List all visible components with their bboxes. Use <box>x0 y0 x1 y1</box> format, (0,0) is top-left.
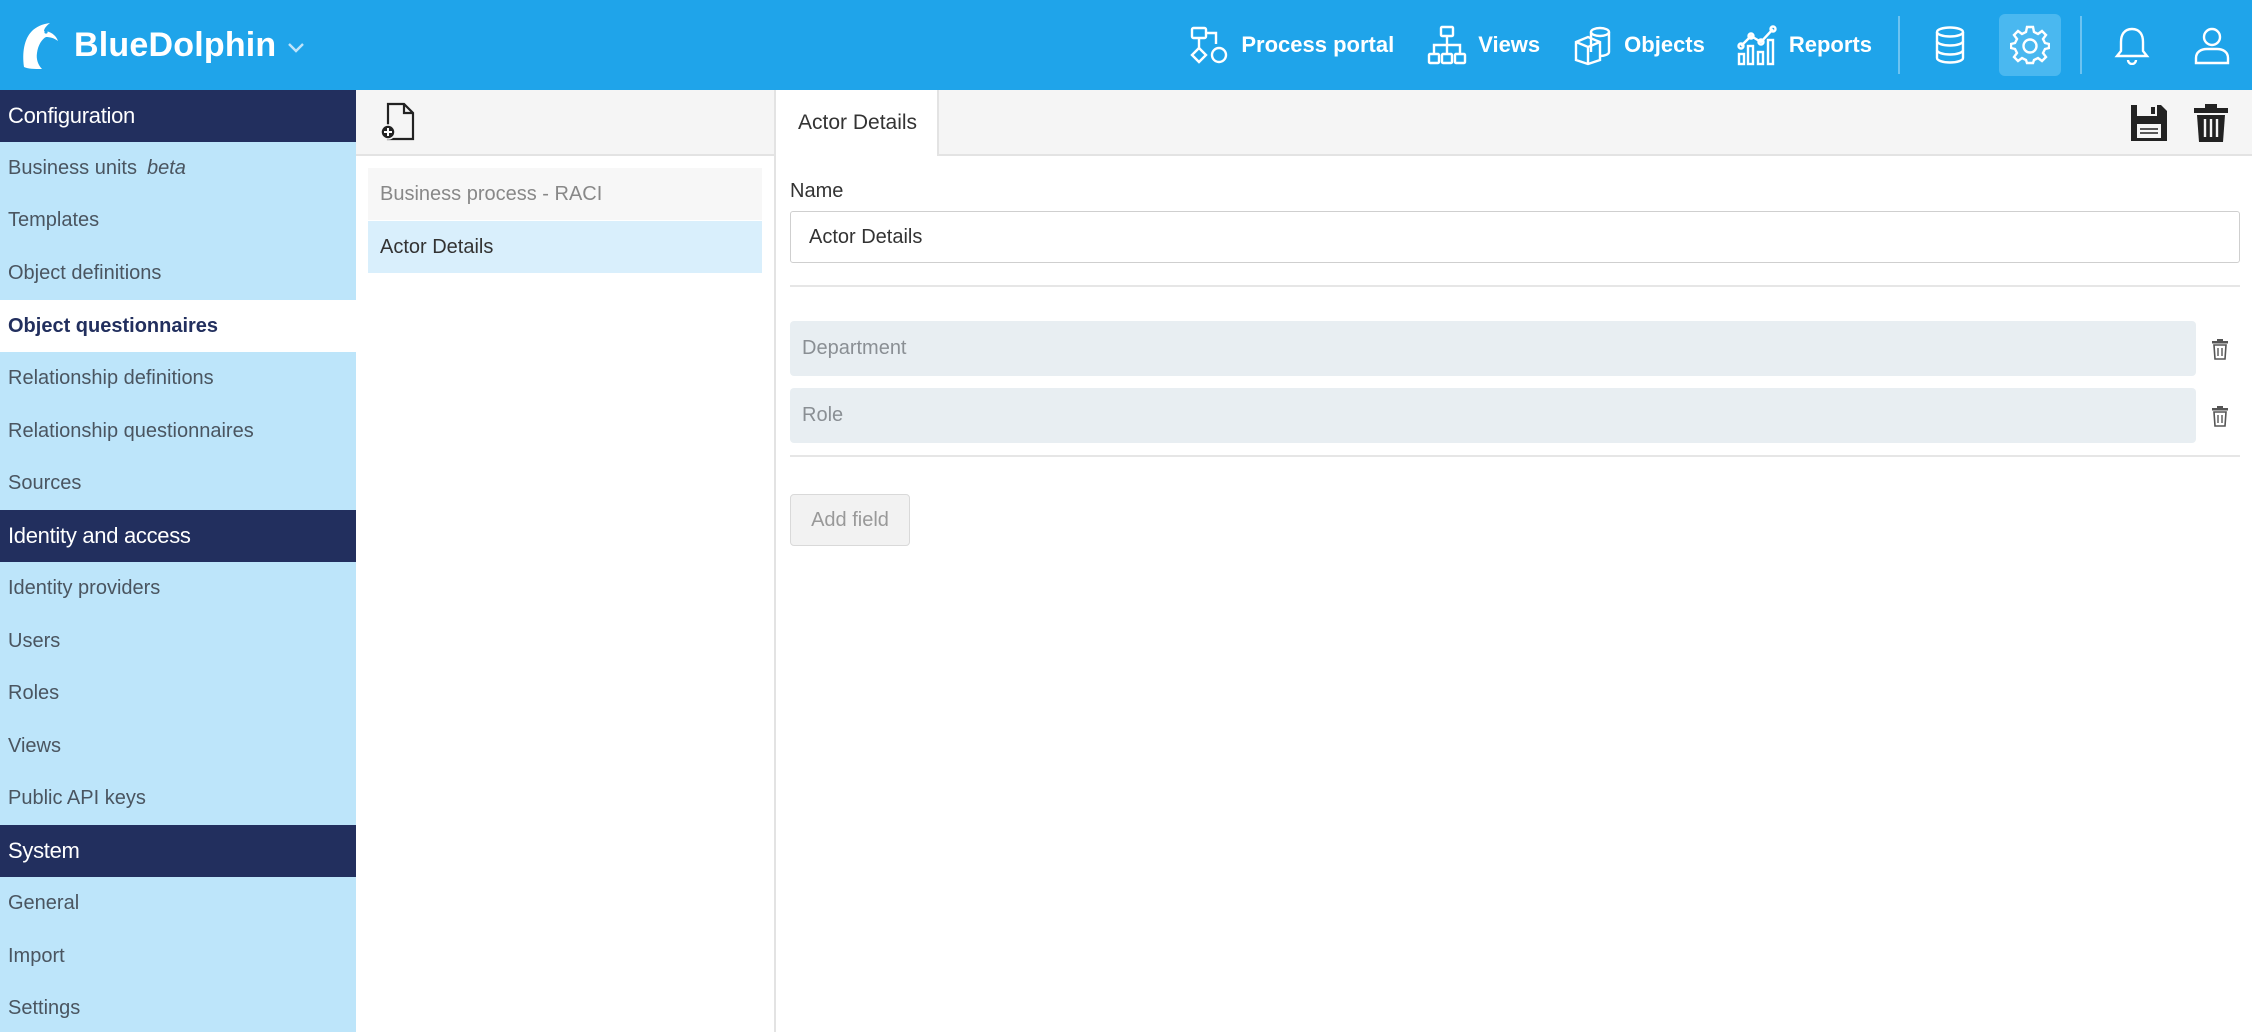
gear-icon <box>2010 25 2050 65</box>
section-header-identity-and-access: Identity and access <box>0 510 356 563</box>
add-field-button[interactable]: Add field <box>790 494 910 546</box>
list-item-actor-details[interactable]: Actor Details <box>368 221 762 273</box>
nav-label: Process portal <box>1241 32 1395 57</box>
sidebar-item-relationship-definitions[interactable]: Relationship definitions <box>0 352 356 405</box>
beta-tag: beta <box>146 156 186 179</box>
bell-icon <box>2114 27 2150 65</box>
sidebar-item-object-questionnaires[interactable]: Object questionnaires <box>0 299 356 353</box>
sidebar-item-users[interactable]: Users <box>0 615 356 668</box>
nav-divider <box>1898 16 1900 74</box>
main-nav: Process portal Views Objects Reports <box>1173 0 2252 90</box>
tab-actor-details[interactable]: Actor Details <box>778 90 940 156</box>
user-menu-button[interactable] <box>2181 14 2243 76</box>
settings-sidebar: Configuration Business units beta Templa… <box>0 90 356 1032</box>
brand-switcher[interactable]: BlueDolphin <box>16 0 306 90</box>
sidebar-item-sources[interactable]: Sources <box>0 458 356 511</box>
field-row: Role <box>790 388 2240 443</box>
sidebar-item-templates[interactable]: Templates <box>0 195 356 248</box>
sidebar-item-object-definitions[interactable]: Object definitions <box>0 247 356 300</box>
list-item-business-process-raci[interactable]: Business process - RACI <box>368 168 762 220</box>
questionnaire-list: Business process - RACI Actor Details <box>356 156 774 273</box>
divider <box>790 285 2240 287</box>
sidebar-item-roles[interactable]: Roles <box>0 667 356 720</box>
sidebar-item-settings[interactable]: Settings <box>0 982 356 1032</box>
nav-process-portal[interactable]: Process portal <box>1173 0 1410 90</box>
nav-label: Reports <box>1788 32 1872 57</box>
field-row: Department <box>790 321 2240 376</box>
save-icon[interactable] <box>2128 102 2170 144</box>
database-button[interactable] <box>1919 14 1981 76</box>
sidebar-item-general[interactable]: General <box>0 877 356 930</box>
section-header-configuration: Configuration <box>0 90 356 142</box>
sidebar-item-label: Business units <box>8 156 137 179</box>
sidebar-item-import[interactable]: Import <box>0 930 356 983</box>
name-input[interactable] <box>790 211 2240 263</box>
sidebar-item-views[interactable]: Views <box>0 720 356 773</box>
detail-actions <box>2128 90 2252 156</box>
detail-tab-bar: Actor Details <box>778 90 2252 156</box>
notifications-button[interactable] <box>2101 14 2163 76</box>
reports-icon <box>1737 25 1777 66</box>
divider <box>790 455 2240 457</box>
trash-icon[interactable] <box>2210 338 2230 360</box>
user-icon <box>2194 27 2230 65</box>
questionnaire-list-panel: Business process - RACI Actor Details <box>356 90 776 1032</box>
nav-label: Views <box>1478 32 1541 57</box>
name-label: Name <box>790 180 844 202</box>
settings-button[interactable] <box>1999 14 2061 76</box>
nav-objects[interactable]: Objects <box>1556 0 1721 90</box>
nav-views[interactable]: Views <box>1410 0 1556 90</box>
nav-reports[interactable]: Reports <box>1721 0 1888 90</box>
questionnaire-form: Name Department Role <box>778 180 2252 546</box>
nav-label: Objects <box>1624 32 1705 57</box>
questionnaire-detail-panel: Actor Details Name Department <box>778 90 2252 1032</box>
process-portal-icon <box>1190 26 1228 64</box>
objects-icon <box>1574 26 1611 66</box>
field-role[interactable]: Role <box>790 388 2196 443</box>
brand-name: BlueDolphin <box>74 25 277 64</box>
field-department[interactable]: Department <box>790 321 2196 376</box>
nav-divider <box>2080 16 2082 74</box>
sidebar-item-identity-providers[interactable]: Identity providers <box>0 562 356 615</box>
database-icon <box>1935 26 1965 64</box>
sidebar-item-business-units[interactable]: Business units beta <box>0 142 356 195</box>
sidebar-item-public-api-keys[interactable]: Public API keys <box>0 773 356 826</box>
list-toolbar <box>356 90 774 156</box>
trash-icon[interactable] <box>2210 405 2230 427</box>
delete-icon[interactable] <box>2190 102 2232 144</box>
chevron-down-icon <box>288 43 305 53</box>
section-header-system: System <box>0 825 356 878</box>
sidebar-item-relationship-questionnaires[interactable]: Relationship questionnaires <box>0 405 356 458</box>
views-icon <box>1427 25 1467 65</box>
field-list: Department Role <box>790 321 2240 443</box>
dolphin-logo-icon <box>23 23 58 69</box>
new-document-icon[interactable] <box>380 102 416 142</box>
top-bar: BlueDolphin Process portal Views Objects… <box>0 0 2252 90</box>
